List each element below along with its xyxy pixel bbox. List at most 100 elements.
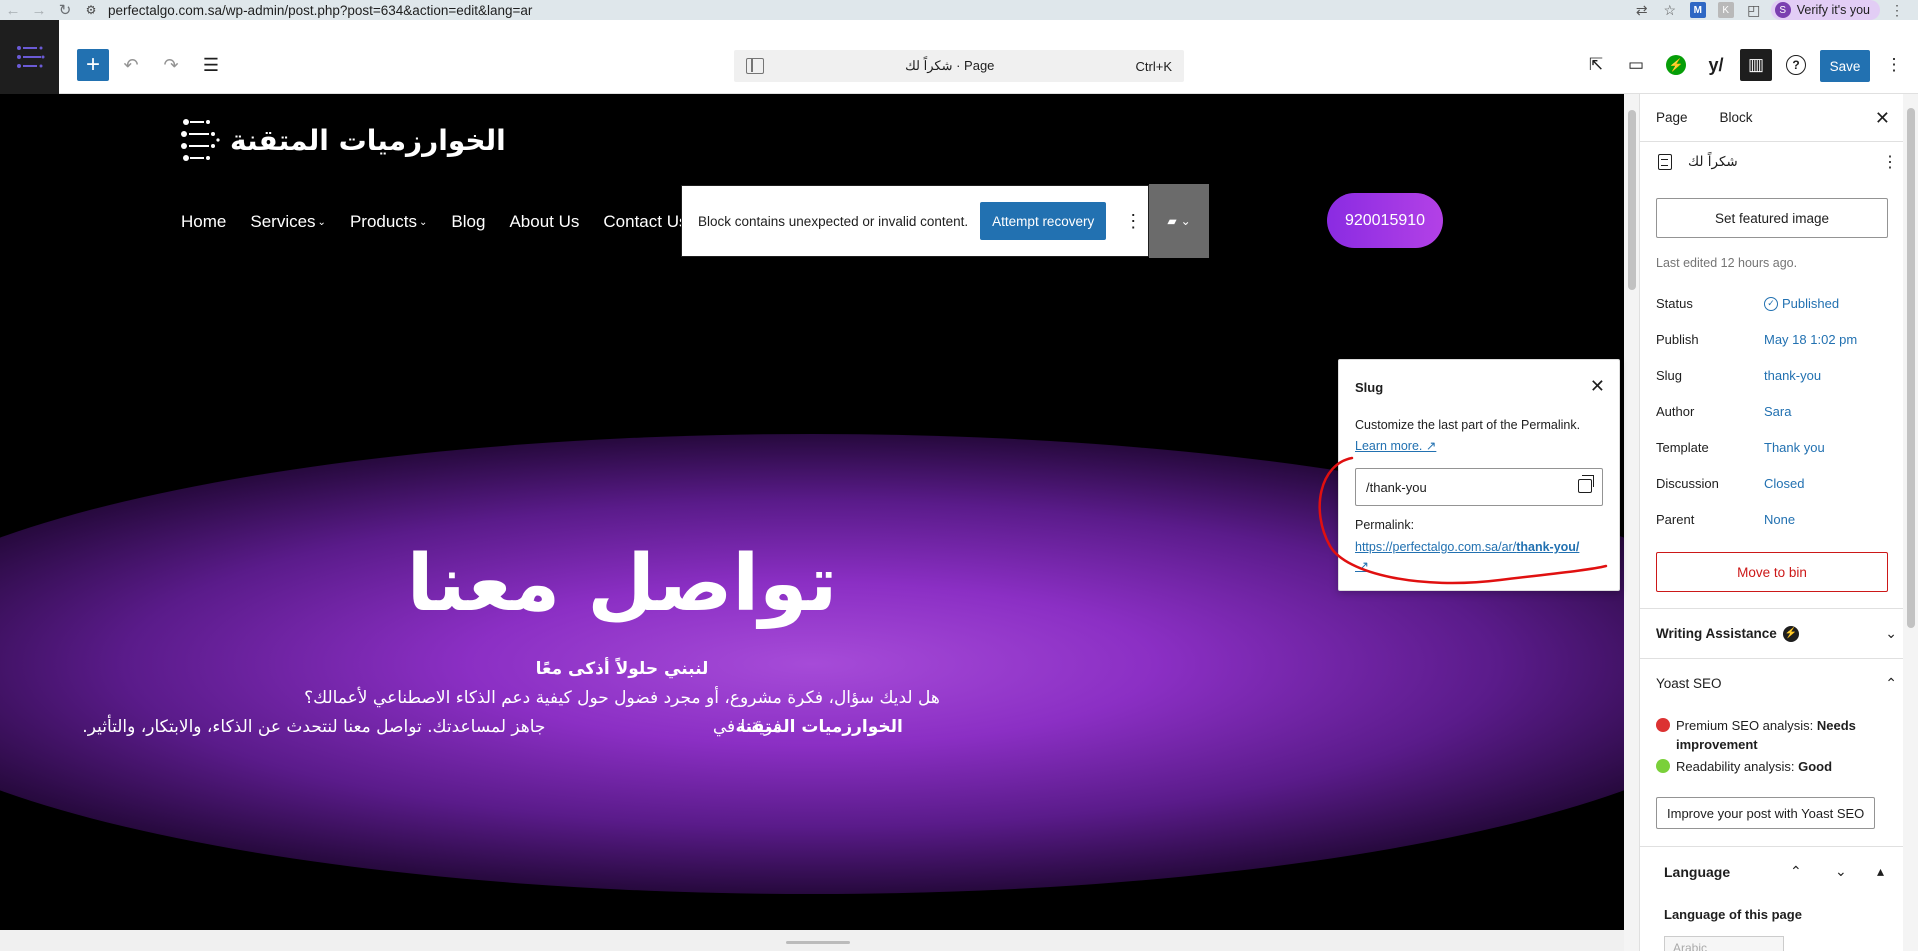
reload-icon[interactable]: ↻ [52, 0, 78, 20]
popover-description: Customize the last part of the Permalink… [1355, 418, 1581, 432]
writing-assistance-panel[interactable]: Writing Assistance ⚡ ⌄ [1640, 608, 1918, 658]
site-logo[interactable]: الخوارزميات المتقنة [180, 112, 506, 168]
slug-value[interactable]: thank-you [1764, 368, 1821, 383]
back-icon[interactable]: ← [0, 0, 26, 20]
command-palette[interactable]: شكراً لك · Page Ctrl+K [734, 50, 1184, 82]
row-label: Publish [1656, 332, 1699, 347]
language-of-page-label: Language of this page [1664, 907, 1802, 922]
panel-title: Writing Assistance [1656, 626, 1777, 641]
row-label: Template [1656, 440, 1709, 455]
redo-icon[interactable]: ↷ [155, 49, 187, 81]
document-title: شكراً لك · Page [905, 58, 995, 73]
translate-icon[interactable]: ⇄ [1631, 0, 1653, 20]
hero-paragraph-line1[interactable]: هل لديك سؤال، فكرة مشروع، أو مجرد فضول ح… [0, 688, 1624, 708]
settings-sidebar: Page Block ✕ شكراً لك ⋮ Set featured ima… [1639, 94, 1918, 951]
save-button[interactable]: Save [1820, 50, 1870, 82]
template-value[interactable]: Thank you [1764, 440, 1825, 455]
settings-sidebar-toggle-icon[interactable]: ▥ [1740, 49, 1772, 81]
slug-input-value: /thank-you [1366, 479, 1427, 495]
popover-title: Slug [1355, 380, 1384, 395]
page-title: شكراً لك [1688, 154, 1738, 170]
panel-title: Yoast SEO [1656, 676, 1722, 691]
hero-paragraph-line2[interactable]: فريقنا في الخوارزميات المتقنة جاهز لمساع… [0, 717, 1624, 737]
nav-about[interactable]: About Us [509, 212, 579, 232]
yoast-seo-panel[interactable]: Yoast SEO ⌃ [1640, 658, 1918, 708]
site-logo-icon[interactable] [0, 20, 59, 94]
hero-subtitle[interactable]: لنبني حلولاً أذكى معًا [0, 659, 1624, 679]
status-value[interactable]: ✓ Published [1764, 296, 1839, 311]
language-select[interactable]: Arabic [1664, 936, 1784, 951]
flag-icon: ▰ [1167, 214, 1177, 228]
nav-contact[interactable]: Contact Us [603, 212, 687, 232]
add-block-button[interactable]: + [77, 49, 109, 81]
nav-services[interactable]: Services ⌄ [250, 212, 326, 232]
caret-up-icon[interactable]: ▴ [1877, 863, 1884, 880]
chevron-up-icon: ⌃ [1885, 675, 1897, 691]
nav-products[interactable]: Products ⌄ [350, 212, 427, 232]
readability-analysis[interactable]: Readability analysis: Good [1656, 757, 1886, 776]
yoast-icon[interactable]: y/ [1700, 49, 1732, 81]
preview-device-icon[interactable]: ▭ [1620, 49, 1652, 81]
chevron-down-icon[interactable]: ⌄ [1835, 863, 1847, 880]
parent-value[interactable]: None [1764, 512, 1795, 527]
last-edited-text: Last edited 12 hours ago. [1656, 256, 1798, 270]
tab-page[interactable]: Page [1640, 94, 1704, 142]
canvas-scrollbar[interactable] [1624, 94, 1639, 951]
premium-seo-analysis[interactable]: Premium SEO analysis: Needs improvement [1656, 716, 1886, 754]
jetpack-icon[interactable]: ⚡ [1660, 49, 1692, 81]
nav-home[interactable]: Home [181, 212, 226, 232]
avatar: S [1774, 2, 1791, 18]
chevron-down-icon: ⌄ [1885, 625, 1897, 641]
nav-label: Services [250, 212, 316, 231]
address-bar[interactable]: perfectalgo.com.sa/wp-admin/post.php?pos… [108, 3, 1631, 18]
view-page-icon[interactable]: ⇱ [1580, 49, 1612, 81]
help-icon[interactable]: ? [1780, 49, 1812, 81]
row-label: Parent [1656, 512, 1695, 527]
slug-input[interactable]: /thank-you [1355, 468, 1603, 506]
extension-m-icon[interactable]: M [1687, 0, 1709, 20]
resize-handle[interactable] [786, 941, 850, 944]
language-switcher-block[interactable]: ▰ ⌄ [1149, 184, 1209, 258]
published-check-icon: ✓ [1764, 296, 1778, 311]
site-logo-icon [181, 119, 220, 161]
extensions-puzzle-icon[interactable]: ◰ [1743, 0, 1765, 20]
tab-block[interactable]: Block [1704, 94, 1769, 142]
browser-menu-icon[interactable]: ⋮ [1886, 0, 1908, 20]
site-info-icon[interactable]: ⚙ [78, 0, 104, 20]
row-label: Author [1656, 404, 1695, 419]
extension-gray-icon[interactable]: K [1715, 0, 1737, 20]
copy-icon[interactable] [1578, 475, 1594, 493]
language-panel[interactable]: Language ⌃ ⌄ ▴ [1640, 846, 1918, 896]
document-overview-icon[interactable]: ☰ [195, 49, 227, 81]
learn-more-link[interactable]: Learn more. ↗ [1355, 438, 1436, 453]
publish-value[interactable]: May 18 1:02 pm [1764, 332, 1857, 347]
bookmark-star-icon[interactable]: ☆ [1659, 0, 1681, 20]
options-menu-icon[interactable]: ⋮ [1878, 49, 1910, 81]
sidebar-scrollbar[interactable] [1903, 94, 1918, 951]
author-value[interactable]: Sara [1764, 404, 1791, 419]
site-navigation: Home Services ⌄ Products ⌄ Blog About Us C… [181, 212, 687, 232]
smile-face-icon [1656, 759, 1670, 773]
editor-toolbar: + ↶ ↷ ☰ شكراً لك · Page Ctrl+K ⇱ ▭ ⚡ y/ … [0, 20, 1918, 94]
nav-blog[interactable]: Blog [451, 212, 485, 232]
nav-label: About Us [509, 212, 580, 231]
discussion-value[interactable]: Closed [1764, 476, 1804, 491]
attempt-recovery-button[interactable]: Attempt recovery [980, 202, 1107, 240]
more-options-icon[interactable]: ⋮ [1882, 152, 1898, 172]
permalink-link[interactable]: https://perfectalgo.com.sa/ar/thank-you/… [1355, 538, 1611, 576]
phone-button[interactable]: 920015910 [1327, 193, 1443, 248]
move-to-bin-button[interactable]: Move to bin [1656, 552, 1888, 592]
undo-icon[interactable]: ↶ [115, 49, 147, 81]
close-icon[interactable]: ✕ [1875, 108, 1890, 129]
forward-icon[interactable]: → [26, 0, 52, 20]
close-icon[interactable]: ✕ [1590, 376, 1605, 397]
verify-profile-button[interactable]: S Verify it's you [1770, 0, 1880, 20]
improve-yoast-button[interactable]: Improve your post with Yoast SEO [1656, 797, 1876, 829]
block-options-icon[interactable]: ⋮ [1124, 211, 1142, 232]
set-featured-image-button[interactable]: Set featured image [1656, 198, 1888, 238]
invalid-block-warning[interactable]: Block contains unexpected or invalid con… [681, 185, 1149, 257]
nav-label: Contact Us [603, 212, 688, 231]
chevron-up-icon[interactable]: ⌃ [1790, 863, 1802, 880]
invalid-block-message: Block contains unexpected or invalid con… [698, 213, 969, 229]
slug-row: Slug thank-you [1656, 368, 1896, 383]
